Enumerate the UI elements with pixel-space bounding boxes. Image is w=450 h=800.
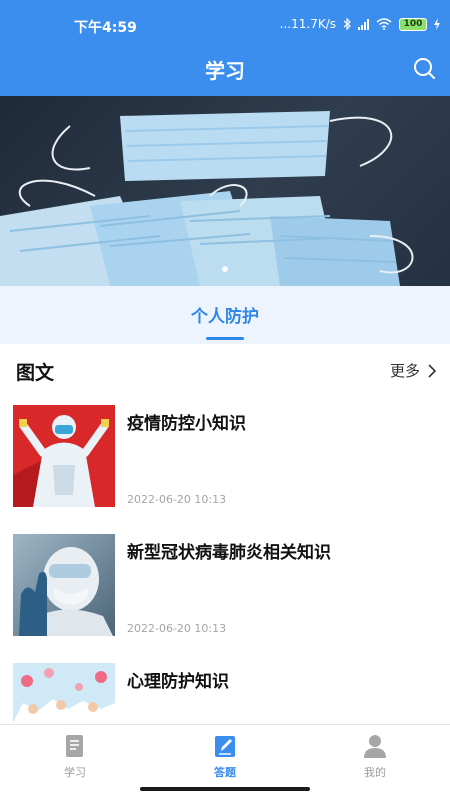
nav-label: 答题 (214, 766, 236, 779)
tab-personal-protection[interactable]: 个人防护 (0, 302, 450, 327)
carousel-dot (222, 266, 228, 272)
more-link[interactable]: 更多 (390, 360, 436, 381)
article-title: 心理防护知识 (127, 672, 229, 692)
page-title: 学习 (205, 59, 245, 83)
bluetooth-icon (343, 18, 351, 30)
nav-label: 我的 (364, 766, 386, 779)
status-bar: 下午4:59 ...11.7K/s 100 (0, 0, 450, 44)
charging-icon (434, 18, 440, 30)
carousel-indicator (0, 257, 450, 276)
category-tabs: 个人防护 (0, 286, 450, 344)
article-date: 2022-06-20 10:13 (127, 622, 227, 635)
search-icon[interactable] (410, 54, 438, 82)
nav-item-study[interactable]: 学习 (25, 733, 125, 780)
status-time: 下午4:59 (74, 20, 137, 36)
chevron-right-icon (428, 363, 436, 378)
article-thumbnail (13, 663, 115, 723)
wifi-icon (376, 18, 392, 30)
user-icon (364, 735, 386, 758)
battery-icon: 100 (399, 17, 427, 31)
article-item[interactable]: 新型冠状病毒肺炎相关知识 2022-06-20 10:13 (0, 534, 450, 662)
hd-signal-icon (358, 18, 369, 30)
edit-icon (215, 736, 235, 757)
app-header: 学习 (0, 44, 450, 96)
nav-label: 学习 (64, 766, 86, 779)
more-label: 更多 (389, 362, 420, 380)
section-header: 图文 更多 (0, 346, 450, 394)
banner-carousel[interactable] (0, 96, 450, 286)
active-tab-indicator (206, 337, 244, 340)
article-title: 新型冠状病毒肺炎相关知识 (127, 543, 331, 563)
network-speed: ...11.7K/s (279, 17, 336, 31)
home-indicator[interactable] (140, 787, 310, 791)
article-item[interactable]: 疫情防控小知识 2022-06-20 10:13 (0, 405, 450, 533)
article-date: 2022-06-20 10:13 (127, 493, 227, 506)
article-title: 疫情防控小知识 (127, 414, 246, 434)
book-icon (66, 735, 83, 757)
article-thumbnail (13, 534, 115, 636)
nav-item-mine[interactable]: 我的 (325, 733, 425, 780)
nav-item-quiz[interactable]: 答题 (175, 733, 275, 780)
status-indicators: ...11.7K/s 100 (280, 17, 440, 31)
section-title: 图文 (16, 362, 55, 384)
article-thumbnail (13, 405, 115, 507)
